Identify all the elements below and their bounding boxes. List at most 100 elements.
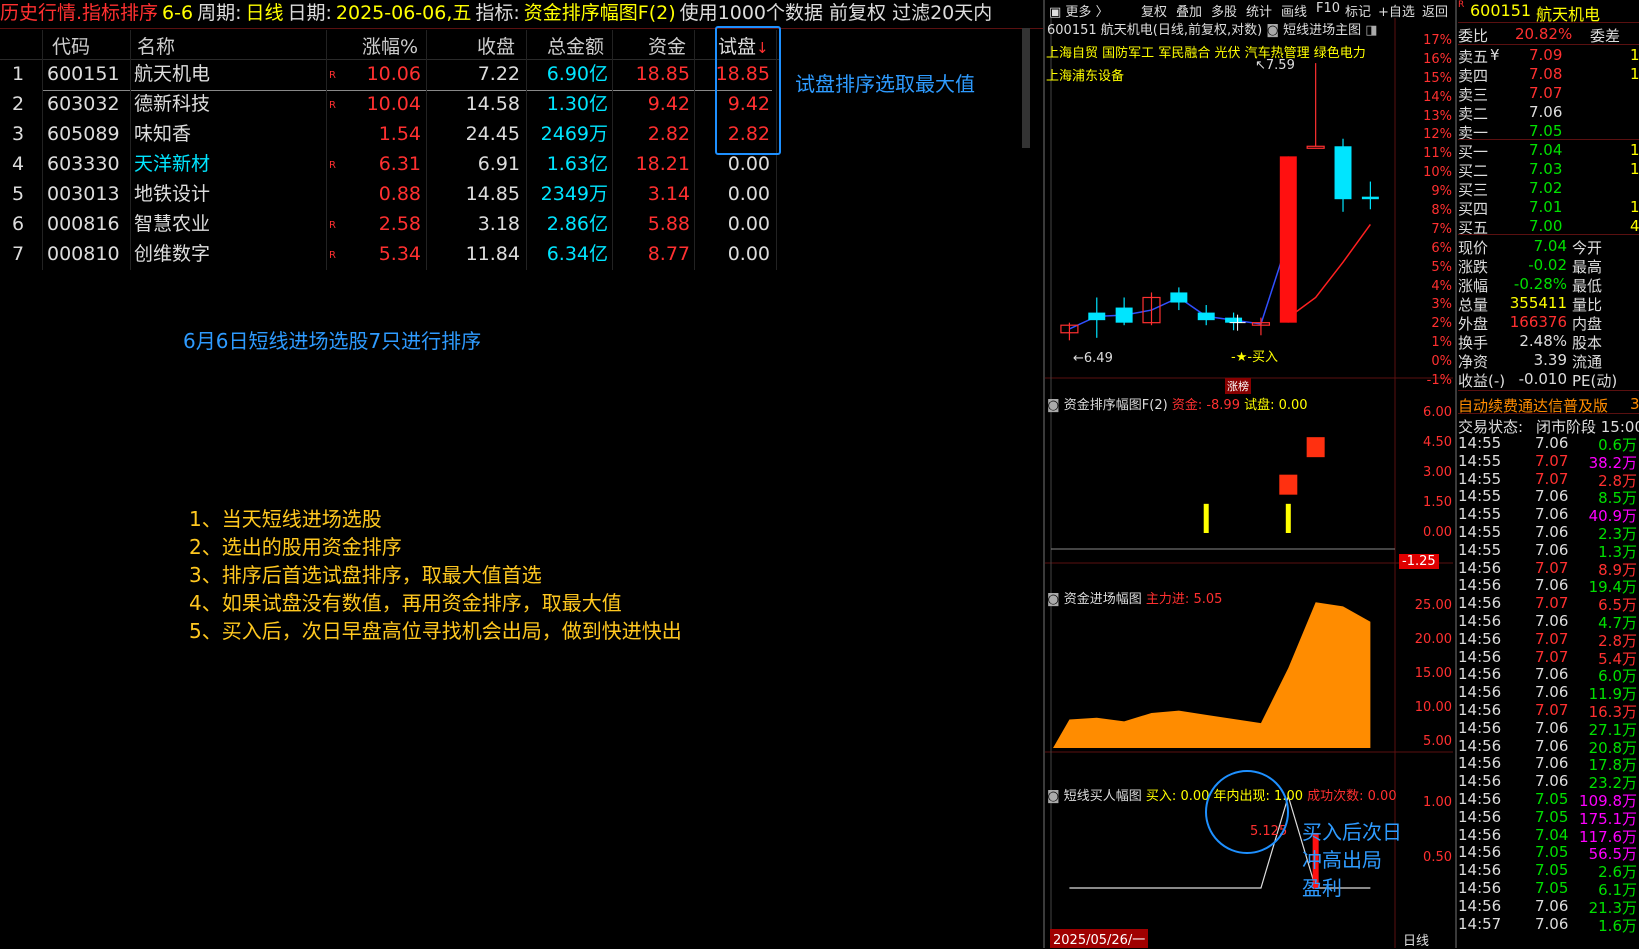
row-close: 6.91 — [477, 153, 520, 175]
level-price: 7.03 — [1529, 160, 1563, 178]
level-price: 7.09 — [1529, 46, 1563, 64]
sub3-title[interactable]: 短线买人幅图 — [1064, 789, 1142, 804]
col-name[interactable]: 名称 — [137, 32, 175, 59]
buy-level[interactable]: 买一 7.04 1 — [1458, 141, 1639, 161]
stat-value: 2.48% — [1519, 332, 1567, 350]
sell-level[interactable]: 卖一 7.05 — [1458, 122, 1639, 142]
buy-level[interactable]: 买三 7.02 — [1458, 179, 1639, 199]
table-row[interactable]: 5 003013 地铁设计 0.88 14.85 2349万 3.14 0.00 — [0, 179, 780, 209]
table-header: 代码 名称 涨幅% 收盘 总金额 资金 试盘↓ — [0, 0, 780, 60]
pct-tick: 13% — [1423, 108, 1452, 124]
table-row[interactable]: 3 605089 味知香 1.54 24.45 2469万 2.82 2.82 — [0, 119, 780, 149]
sub3-toggle-icon[interactable]: ◙ — [1047, 789, 1060, 804]
row-index: 2 — [12, 93, 25, 115]
col-code[interactable]: 代码 — [52, 32, 90, 59]
sub1-toggle-icon[interactable]: ◙ — [1047, 398, 1060, 413]
level-price: 7.01 — [1529, 198, 1563, 216]
tick-time: 14:56 — [1458, 718, 1502, 737]
table-row[interactable]: 1 600151 航天机电 R 10.06 7.22 6.90亿 18.85 18.85 — [0, 59, 780, 89]
sub2-toggle-icon[interactable]: ◙ — [1047, 592, 1060, 607]
tick-row: 14:56 7.06 4.7万 — [1458, 612, 1639, 632]
tick-row: 14:56 7.07 5.4万 — [1458, 648, 1639, 668]
tick-row: 14:56 7.07 16.3万 — [1458, 701, 1639, 721]
tick-price: 7.06 — [1535, 576, 1569, 595]
tag-4[interactable]: 光伏 — [1214, 46, 1240, 61]
tick-price: 7.05 — [1535, 861, 1569, 880]
weibi-value: 20.82% — [1515, 25, 1573, 43]
sell-level[interactable]: 卖四 7.08 1 — [1458, 65, 1639, 85]
table-row[interactable]: 7 000810 创维数字 R 5.34 11.84 6.34亿 8.77 0.00 — [0, 239, 780, 269]
pct-tick: 5% — [1431, 259, 1452, 275]
tick-row: 14:56 7.05 2.6万 — [1458, 861, 1639, 881]
row-r-flag: R — [329, 100, 336, 111]
test-bar — [1279, 474, 1298, 495]
sell-level[interactable]: 卖二 7.06 — [1458, 103, 1639, 123]
tick-row: 14:56 7.06 27.1万 — [1458, 718, 1639, 739]
tag-1[interactable]: 上海自贸 — [1046, 46, 1098, 61]
sub3-axis: 1.00 0.50 — [1395, 795, 1452, 915]
stat-value: 7.04 — [1533, 237, 1567, 255]
table-row[interactable]: 6 000816 智慧农业 R 2.58 3.18 2.86亿 5.88 0.00 — [0, 209, 780, 239]
tick-time: 14:55 — [1458, 434, 1502, 452]
ad-row[interactable]: 自动续费通达信普及版 3 — [1458, 395, 1639, 415]
row-amount: 2469万 — [540, 123, 608, 145]
expand-icon[interactable]: ◨ — [1365, 23, 1377, 38]
buy-level[interactable]: 买二 7.03 1 — [1458, 160, 1639, 180]
axis-tick: 4.50 — [1423, 435, 1452, 450]
level-volume: 1 — [1630, 65, 1639, 83]
axis-tick: 0.50 — [1423, 850, 1452, 865]
row-change: 5.34 — [378, 243, 421, 265]
sub2-title[interactable]: 资金进场幅图 — [1064, 592, 1142, 607]
concept-tags: 上海自贸 国防军工 军民融合 光伏 汽车热管理 绿色电力 — [1046, 42, 1366, 61]
col-fund[interactable]: 资金 — [648, 32, 686, 59]
tick-time: 14:56 — [1458, 665, 1502, 684]
sub2-legend: 主力进: 5.05 — [1145, 592, 1223, 607]
tick-price: 7.07 — [1535, 701, 1569, 719]
f10-button[interactable]: F10 — [1316, 1, 1340, 16]
tick-row: 14:56 7.06 20.8万 — [1458, 737, 1639, 757]
table-row[interactable]: 2 603032 德新科技 R 10.04 14.58 1.30亿 9.42 9.42 — [0, 89, 780, 119]
quote-header: R 600151 航天机电 — [1458, 0, 1639, 24]
tick-price: 7.06 — [1535, 523, 1569, 541]
tick-price: 7.06 — [1535, 718, 1569, 737]
sell-level[interactable]: 卖五 ¥7.09 1 — [1458, 46, 1639, 66]
note-june6: 6月6日短线进场选股7只进行排序 — [183, 329, 482, 353]
table-scrollbar[interactable] — [1022, 28, 1030, 148]
col-close[interactable]: 收盘 — [477, 32, 515, 59]
col-change[interactable]: 涨幅% — [362, 32, 418, 59]
collapse-icon[interactable]: ◙ — [1266, 23, 1279, 38]
buy-level[interactable]: 买四 7.01 1 — [1458, 198, 1639, 218]
sub1-title[interactable]: 资金排序幅图F(2) — [1064, 398, 1168, 413]
tick-price: 7.06 — [1535, 665, 1569, 684]
level-label: 卖五 — [1458, 48, 1489, 66]
tick-row: 14:56 7.07 8.9万 — [1458, 559, 1639, 579]
sell-level[interactable]: 卖三 7.07 — [1458, 84, 1639, 104]
concept-tag-line2[interactable]: 上海浦东设备 — [1046, 65, 1124, 84]
axis-tick: 20.00 — [1414, 632, 1452, 647]
tag-2[interactable]: 国防军工 — [1102, 46, 1154, 61]
tick-price: 7.06 — [1535, 487, 1569, 506]
tag-3[interactable]: 军民融合 — [1158, 46, 1210, 61]
candle-body — [1306, 145, 1325, 149]
r-marker: R — [1458, 0, 1465, 10]
tag-6[interactable]: 绿色电力 — [1314, 46, 1366, 61]
quote-sep-4 — [1458, 234, 1639, 235]
stat-label: 收益(-) — [1458, 372, 1506, 390]
buy-level[interactable]: 买五 7.00 4 — [1458, 217, 1639, 237]
axis-tick: 10.00 — [1414, 700, 1452, 715]
period-axis-label: 日线 — [1403, 934, 1430, 949]
level-volume: 4 — [1630, 217, 1639, 235]
tick-price: 7.05 — [1535, 843, 1569, 862]
col-amount[interactable]: 总金额 — [547, 32, 604, 59]
tick-price: 7.06 — [1535, 683, 1569, 702]
quote-divider — [1455, 0, 1457, 948]
high-price-value: 7.59 — [1265, 58, 1295, 73]
main-indicator-name[interactable]: 短线进场主图 — [1283, 23, 1361, 38]
table-row[interactable]: 4 603330 天洋新材 R 6.31 6.91 1.63亿 18.21 0.00 — [0, 149, 780, 179]
tick-time: 14:55 — [1458, 505, 1502, 524]
tick-price: 7.05 — [1535, 879, 1569, 897]
axis-tick: 5.00 — [1423, 734, 1452, 749]
stat-label-2: PE(动) — [1572, 372, 1618, 390]
level-volume: 1 — [1630, 160, 1639, 178]
tick-row: 14:57 7.06 1.6万 — [1458, 915, 1639, 935]
